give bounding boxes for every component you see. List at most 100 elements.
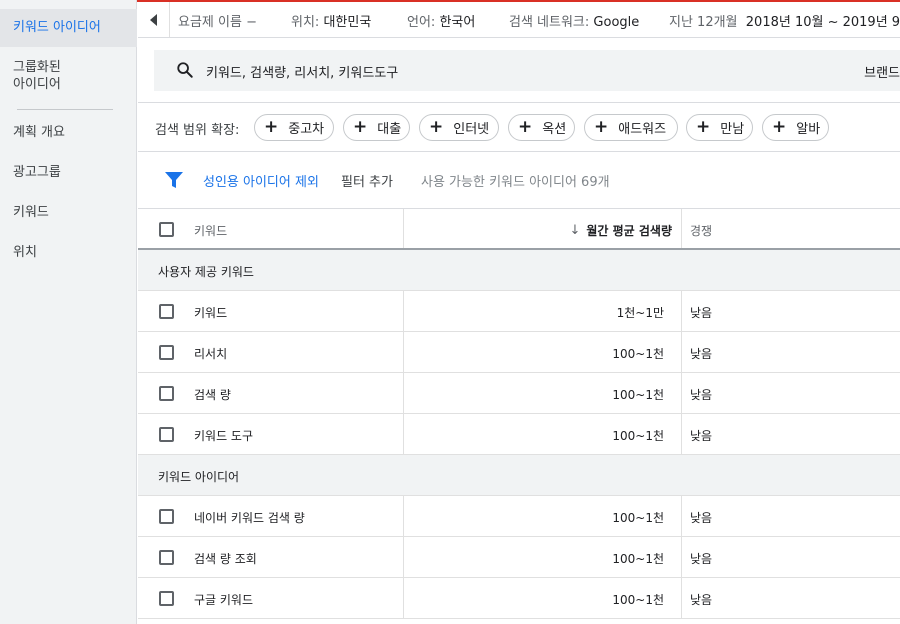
column-separator [681,373,682,413]
expand-chip-adwords[interactable]: + 애드워즈 [584,114,678,141]
keyword-cell: 검색 량 조회 [194,552,257,566]
column-separator [681,496,682,536]
sidebar: 키워드 아이디어 그룹화된 아이디어 계획 개요 광고그룹 키워드 위치 [0,0,137,624]
keyword-cell: 검색 량 [194,388,231,402]
collapse-sidebar-button[interactable] [138,2,170,37]
plan-name[interactable]: 요금제 이름 − [178,11,257,30]
network-label: 검색 네트워크: [509,15,590,30]
expand-chip-meeting[interactable]: + 만남 [686,114,753,141]
column-separator [403,496,404,536]
select-all-checkbox[interactable] [159,222,174,237]
group-row-user-provided: 사용자 제공 키워드 [138,250,900,291]
plus-icon: + [772,117,787,137]
volume-cell: 100~1천 [612,511,664,525]
sidebar-item-keywords[interactable]: 키워드 [0,204,137,221]
keyword-cell: 네이버 키워드 검색 량 [194,511,305,525]
competition-cell: 낮음 [690,306,713,320]
network-setting[interactable]: 검색 네트워크: Google [509,11,639,30]
period-setting[interactable]: 지난 12개월 2018년 10월 ~ 2019년 9월 [669,11,900,30]
keyword-search-bar[interactable]: 키워드, 검색량, 리서치, 키워드도구 브랜드 [154,50,900,91]
table-row: 리서치 100~1천 낮음 [138,332,900,373]
competition-cell: 낮음 [690,552,713,566]
expand-chip-used-car[interactable]: + 중고차 [254,114,334,141]
column-separator [403,578,404,618]
chip-label: 대출 [377,122,402,137]
row-checkbox[interactable] [159,591,174,606]
expand-search-label: 검색 범위 확장: [155,123,240,138]
table-row: 검색 량 100~1천 낮음 [138,373,900,414]
table-row: 검색 량 조회 100~1천 낮음 [138,537,900,578]
row-checkbox[interactable] [159,386,174,401]
chip-label: 알바 [796,122,821,137]
column-separator [403,332,404,372]
column-separator [681,414,682,454]
competition-cell: 낮음 [690,511,713,525]
column-separator [681,332,682,372]
plus-icon: + [518,117,533,137]
row-checkbox[interactable] [159,550,174,565]
expand-chip-loan[interactable]: + 대출 [343,114,410,141]
sidebar-item-locations[interactable]: 위치 [0,244,137,261]
chevron-left-icon [150,13,157,26]
divider [138,102,900,103]
column-header-volume-label: 월간 평균 검색량 [586,224,672,238]
column-separator [403,537,404,577]
row-checkbox[interactable] [159,427,174,442]
group-label: 키워드 아이디어 [158,470,240,484]
keyword-cell: 구글 키워드 [194,593,254,607]
expand-chip-internet[interactable]: + 인터넷 [419,114,499,141]
table-row: 네이버 키워드 검색 량 100~1천 낮음 [138,496,900,537]
available-ideas-count: 사용 가능한 키워드 아이디어 69개 [421,175,610,190]
column-header-volume[interactable]: ↓ 월간 평균 검색량 [569,222,672,239]
column-separator [403,373,404,413]
filter-exclude-adult[interactable]: 성인용 아이디어 제외 [203,171,319,190]
location-label: 위치: [291,15,320,30]
language-setting[interactable]: 언어: 한국어 [407,11,475,30]
column-separator [681,209,682,248]
group-label: 사용자 제공 키워드 [158,265,254,279]
competition-cell: 낮음 [690,388,713,402]
sidebar-item-plan-overview[interactable]: 계획 개요 [0,124,137,141]
column-header-keyword[interactable]: 키워드 [194,222,227,239]
sidebar-item-keyword-ideas[interactable]: 키워드 아이디어 [0,9,137,47]
filter-icon[interactable] [164,171,184,189]
table-row: 구글 키워드 100~1천 낮음 [138,578,900,619]
plus-icon: + [594,117,609,137]
chip-label: 애드워즈 [618,122,667,137]
column-separator [403,414,404,454]
volume-cell: 100~1천 [612,388,664,402]
row-checkbox[interactable] [159,509,174,524]
volume-cell: 100~1천 [612,593,664,607]
row-checkbox[interactable] [159,304,174,319]
plan-summary-bar: 요금제 이름 − 위치: 대한민국 언어: 한국어 검색 네트워크: Googl… [138,2,900,38]
chip-label: 인터넷 [453,122,490,137]
brand-label[interactable]: 브랜드 [864,62,900,81]
column-separator [403,209,404,248]
add-filter-button[interactable]: 필터 추가 [341,171,393,190]
location-setting[interactable]: 위치: 대한민국 [291,11,371,30]
chip-label: 만남 [720,122,745,137]
language-label: 언어: [407,15,436,30]
column-separator [681,291,682,331]
expand-chip-auction[interactable]: + 옥션 [508,114,575,141]
volume-cell: 100~1천 [612,429,664,443]
plus-icon: + [353,117,368,137]
plus-icon: + [696,117,711,137]
keyword-cell: 키워드 도구 [194,429,254,443]
keyword-table: 키워드 ↓ 월간 평균 검색량 경쟁 사용자 제공 키워드 키워드 1천~1만 낮… [138,208,900,619]
row-checkbox[interactable] [159,345,174,360]
search-query[interactable]: 키워드, 검색량, 리서치, 키워드도구 [206,62,398,81]
divider [138,151,900,152]
expand-chip-part-time[interactable]: + 알바 [762,114,829,141]
period-value: 2018년 10월 ~ 2019년 9월 [745,15,900,30]
table-row: 키워드 1천~1만 낮음 [138,291,900,332]
sidebar-item-grouped-ideas[interactable]: 그룹화된 아이디어 [0,59,137,93]
sidebar-item-ad-groups[interactable]: 광고그룹 [0,164,137,181]
competition-cell: 낮음 [690,429,713,443]
plus-icon: + [429,117,444,137]
chip-label: 중고차 [288,122,325,137]
period-label: 지난 12개월 [669,15,738,30]
volume-cell: 100~1천 [612,347,664,361]
column-header-competition[interactable]: 경쟁 [690,222,712,239]
network-value: Google [593,15,640,30]
